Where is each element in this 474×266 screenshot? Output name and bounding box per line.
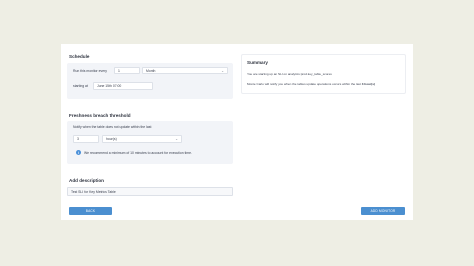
freshness-title: Freshness breach threshold [69,113,131,118]
chevron-down-icon: ⌄ [175,137,178,141]
info-message: We recommend a minimum of 10 minutes to … [84,151,192,155]
threshold-unit-value: hour(s) [106,137,117,141]
summary-title: Summary [247,60,268,65]
info-icon: i [76,150,81,155]
summary-line-notify: Monte Carlo will notify you when the tab… [247,82,375,86]
summary-panel: Summary You are starting up an SLI on an… [241,54,406,94]
frequency-unit-select[interactable]: Month ⌄ [142,67,228,74]
summary-line-sli: You are starting up an SLI on analytics:… [247,72,332,76]
start-time-input[interactable]: June 15th 07:00 [93,82,153,90]
chevron-down-icon: ⌄ [221,68,224,73]
threshold-value-input[interactable]: 3 [73,135,99,143]
schedule-title: Schedule [69,54,90,59]
back-button[interactable]: BACK [69,207,112,215]
notify-threshold-label: Notify when the table does not update wi… [73,125,152,129]
freshness-panel: Notify when the table does not update wi… [67,121,233,164]
starting-at-label: starting at [73,84,88,88]
description-title: Add description [69,178,104,183]
schedule-panel: Run this monitor every 1 Month ⌄ startin… [67,63,233,99]
frequency-unit-value: Month [146,68,156,73]
summary-notify-text: Monte Carlo will notify you when the tab… [247,82,361,86]
monitor-setup-card: Schedule Run this monitor every 1 Month … [61,44,413,220]
add-monitor-button[interactable]: ADD MONITOR [361,207,405,215]
description-input[interactable]: Test SLI for Key Metrics Table [67,187,233,196]
threshold-unit-select[interactable]: hour(s) ⌄ [102,135,182,143]
run-every-label: Run this monitor every [73,69,107,73]
run-every-input[interactable]: 1 [114,67,140,74]
summary-notify-threshold: 3 hour(s) [361,82,375,86]
